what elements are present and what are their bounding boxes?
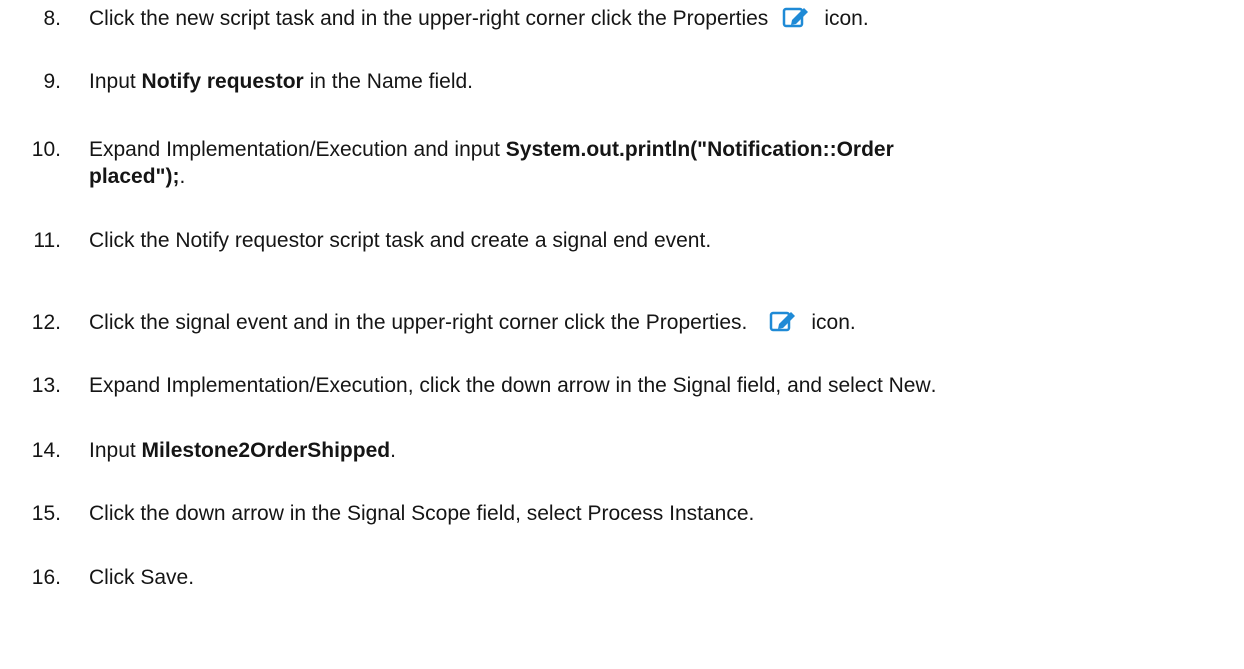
- step-number: 8.: [43, 7, 61, 30]
- ui-term: Save: [140, 566, 189, 589]
- ui-term: Signal Scope: [346, 502, 471, 525]
- ui-term: Signal: [672, 374, 732, 397]
- step-text: Click the new script task and in the upp…: [89, 5, 869, 30]
- ui-term: Properties: [672, 7, 769, 30]
- step-number: 14.: [31, 439, 61, 462]
- input-value: Notify requestor: [141, 70, 304, 93]
- procedure-steps: 8. Click the new script task and in the …: [0, 0, 1244, 669]
- step-text: Click the signal event and in the upper-…: [89, 309, 856, 334]
- step-text: Expand Implementation/Execution and inpu…: [89, 138, 894, 161]
- step-number: 15.: [31, 502, 61, 525]
- ui-term: Process Instance: [587, 502, 749, 525]
- input-value: Milestone2OrderShipped: [141, 439, 391, 462]
- step-number: 10.: [31, 138, 61, 161]
- ui-term: Name: [366, 70, 423, 93]
- step-text: placed");.: [89, 165, 186, 188]
- step-text: Click Save.: [89, 566, 195, 589]
- step-number: 16.: [31, 566, 61, 589]
- ui-term: Implementation/Execution: [166, 374, 408, 397]
- step-number: 13.: [31, 374, 61, 397]
- properties-edit-icon: [782, 5, 810, 29]
- step-number: 11.: [33, 229, 61, 252]
- step-number: 9.: [43, 70, 61, 93]
- step-number: 12.: [31, 311, 61, 334]
- ui-term: Notify requestor: [175, 229, 324, 252]
- step-text: Expand Implementation/Execution, click t…: [89, 374, 937, 397]
- step-text: Input Milestone2OrderShipped.: [89, 439, 396, 462]
- properties-edit-icon: [769, 309, 797, 333]
- step-text: Click the Notify requestor script task a…: [89, 229, 712, 252]
- step-text: Input Notify requestor in the Name field…: [89, 70, 474, 93]
- ui-term: Properties: [645, 311, 742, 334]
- ui-term: Implementation/Execution: [166, 138, 408, 161]
- step-text: Click the down arrow in the Signal Scope…: [89, 502, 755, 525]
- input-value: placed");: [89, 165, 180, 188]
- input-value: System.out.println("Notification::Order: [505, 138, 894, 161]
- ui-term: New: [888, 374, 931, 397]
